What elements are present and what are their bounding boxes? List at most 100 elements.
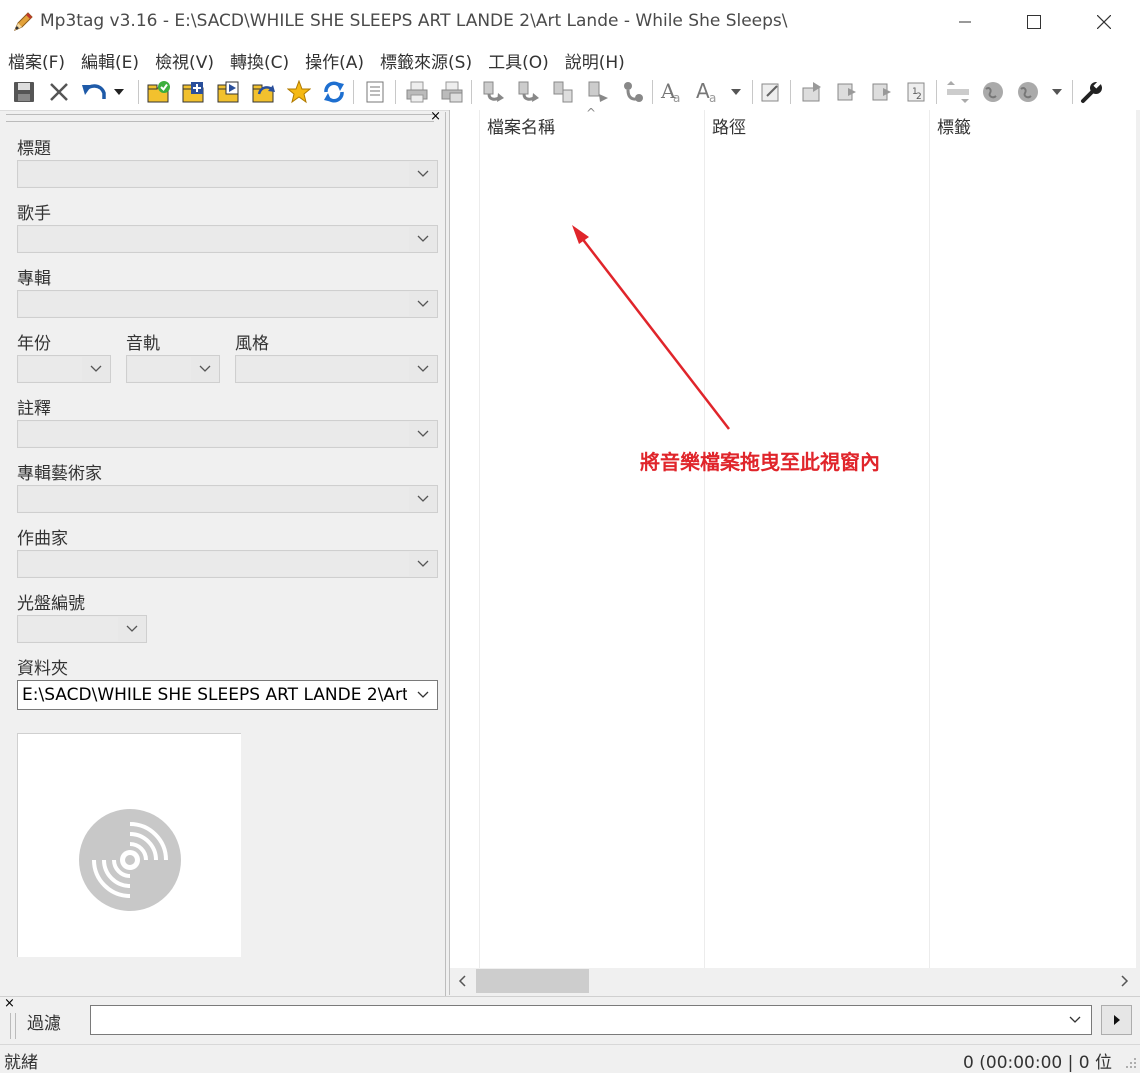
save-button[interactable] [10,78,38,106]
options-button[interactable] [1078,78,1106,106]
print-preview-button[interactable] [438,78,466,106]
text-format-icon: Aa [696,80,716,104]
menu-tools[interactable]: 工具(O) [480,44,557,74]
open-folder-button[interactable] [250,78,278,106]
horizontal-scrollbar[interactable] [449,968,1140,995]
file-list[interactable]: ^ 檔案名稱 路徑 標籤 將音樂檔案拖曳至此視窗內 [449,106,1140,968]
playlist-export-button[interactable] [833,78,861,106]
panel-close-icon[interactable]: × [430,109,441,124]
numbering-icon: 12 [907,82,925,102]
chevron-down-icon [417,691,429,698]
scroll-thumb[interactable] [476,969,589,993]
minimize-button[interactable] [930,0,1000,44]
menu-actions[interactable]: 操作(A) [297,44,372,74]
window-title: Mp3tag v3.16 - E:\SACD\WHILE SHE SLEEPS … [40,11,788,31]
remove-tag-button[interactable] [45,78,73,106]
case-conversion-button[interactable]: Aa [659,78,687,106]
actions-button[interactable] [944,78,972,106]
album-field[interactable] [17,290,438,318]
favorite-button[interactable] [285,78,313,106]
status-bar: 就緒 0 (00:00:00 | 0 位 [0,1044,1140,1073]
list-view-button[interactable] [361,78,389,106]
text-format-dropdown-button[interactable] [727,78,745,106]
chevron-down-icon [417,365,429,372]
resize-grip-icon[interactable] [1125,1057,1137,1069]
change-directory-icon [147,81,170,103]
genre-field[interactable] [235,355,438,383]
undo-button[interactable] [80,78,108,106]
menu-file[interactable]: 檔案(F) [0,44,73,74]
menu-convert[interactable]: 轉換(C) [222,44,297,74]
album-artist-label: 專輯藝術家 [17,464,102,484]
text-file-tag-button[interactable] [584,78,612,106]
maximize-icon [1027,15,1041,29]
chevron-down-icon [1069,1016,1081,1023]
scroll-right-button[interactable] [1117,973,1133,989]
web-source-button[interactable] [979,78,1007,106]
close-icon [1097,15,1111,29]
change-directory-button[interactable] [145,78,173,106]
scroll-left-button[interactable] [454,973,470,989]
add-directory-button[interactable] [180,78,208,106]
tag-tag-button[interactable] [619,78,647,106]
dropdown-icon [114,89,124,95]
remove-tag-icon [50,83,68,101]
artist-field[interactable] [17,225,438,253]
svg-text:A: A [696,80,710,103]
comment-field[interactable] [17,420,438,448]
playlist-create-icon [872,83,891,101]
filter-input[interactable] [90,1005,1092,1035]
numbering-button[interactable]: 12 [903,78,931,106]
status-summary: 0 (00:00:00 | 0 位 [963,1053,1112,1073]
composer-field[interactable] [17,550,438,578]
maximize-button[interactable] [999,0,1069,44]
toolbar-separator [652,80,653,104]
genre-label: 風格 [235,334,269,354]
chevron-down-icon [417,300,429,307]
filename-filename-button[interactable] [549,78,577,106]
album-artist-field[interactable] [17,485,438,513]
edit-tag-button[interactable] [757,78,785,106]
text-format-button[interactable]: Aa [694,78,722,106]
menu-tag-sources[interactable]: 標籤來源(S) [372,44,480,74]
dropdown-icon [731,89,741,95]
refresh-button[interactable] [320,78,348,106]
cover-artwork[interactable] [17,733,241,957]
menu-edit[interactable]: 編輯(E) [73,44,147,74]
track-field[interactable] [126,355,220,383]
chevron-down-icon [126,625,138,632]
status-text: 就緒 [4,1053,38,1073]
web-source-dropdown-button[interactable] [1048,78,1066,106]
filter-grip[interactable] [10,1013,16,1039]
list-view-icon [366,81,384,103]
artist-label: 歌手 [17,204,51,224]
playlist-create-button[interactable] [868,78,896,106]
print-button[interactable] [403,78,431,106]
play-arrow-icon [1113,1015,1120,1025]
web-source-alt-button[interactable] [1014,78,1042,106]
filter-bar: × 過濾 [0,996,1140,1045]
filter-close-icon[interactable]: × [4,996,15,1011]
filename-tag-button[interactable] [514,78,542,106]
toolbar-separator [138,80,139,104]
chevron-left-icon [458,975,466,987]
chevron-down-icon [417,430,429,437]
directory-field[interactable]: E:\SACD\WHILE SHE SLEEPS ART LANDE 2\Art [17,680,438,710]
menu-help[interactable]: 說明(H) [557,44,633,74]
playlist-button[interactable] [215,78,243,106]
year-field[interactable] [17,355,111,383]
toolbar: Aa Aa 12 [0,74,1140,111]
close-button[interactable] [1069,0,1139,44]
title-field[interactable] [17,160,438,188]
filename-tag-icon [518,81,539,102]
panel-grip[interactable] [6,114,434,122]
tag-filename-button[interactable] [479,78,507,106]
filter-apply-button[interactable] [1101,1005,1132,1035]
undo-dropdown-button[interactable] [110,78,128,106]
disc-number-field[interactable] [17,615,147,643]
menu-view[interactable]: 檢視(V) [147,44,222,74]
open-folder-icon [252,84,275,103]
refresh-icon [324,81,344,103]
chevron-down-icon [90,365,102,372]
export-button[interactable] [798,78,826,106]
